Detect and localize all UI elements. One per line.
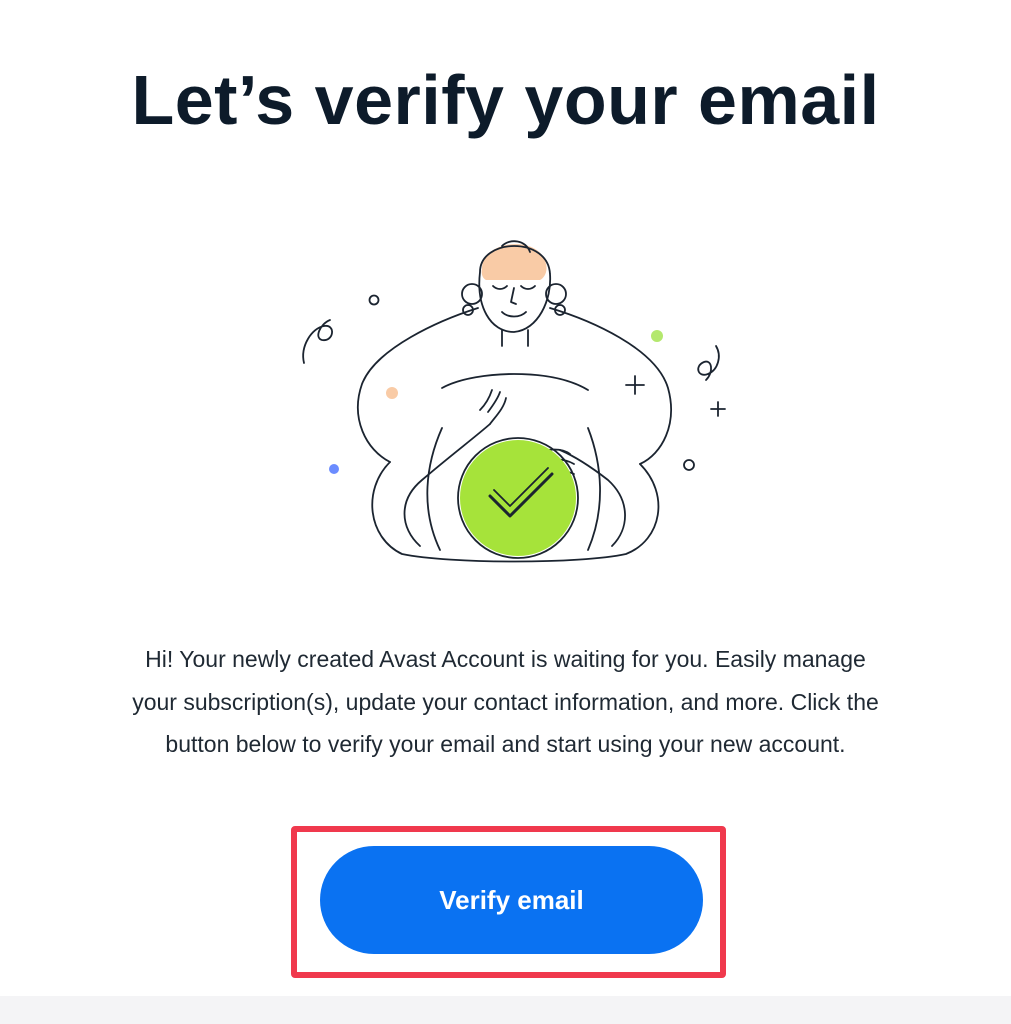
footer-band (0, 996, 1011, 1024)
sparkle-icon (625, 375, 645, 395)
confetti-squiggle-icon (697, 345, 720, 381)
confetti-dot (651, 330, 663, 342)
confetti-dot (386, 387, 398, 399)
verify-illustration (302, 240, 726, 563)
confetti-circle-icon (683, 459, 695, 471)
confetti-dot (329, 464, 339, 474)
confetti-squiggle-icon (302, 319, 333, 364)
confetti-circle-icon (368, 294, 380, 306)
email-body-text: Hi! Your newly created Avast Account is … (132, 646, 879, 757)
email-headline: Let’s verify your email (131, 61, 880, 139)
sparkle-icon (710, 401, 726, 417)
verify-email-button[interactable]: Verify email (320, 846, 703, 954)
email-page: Let’s verify your email Hi! Your newly c… (0, 0, 1011, 1024)
